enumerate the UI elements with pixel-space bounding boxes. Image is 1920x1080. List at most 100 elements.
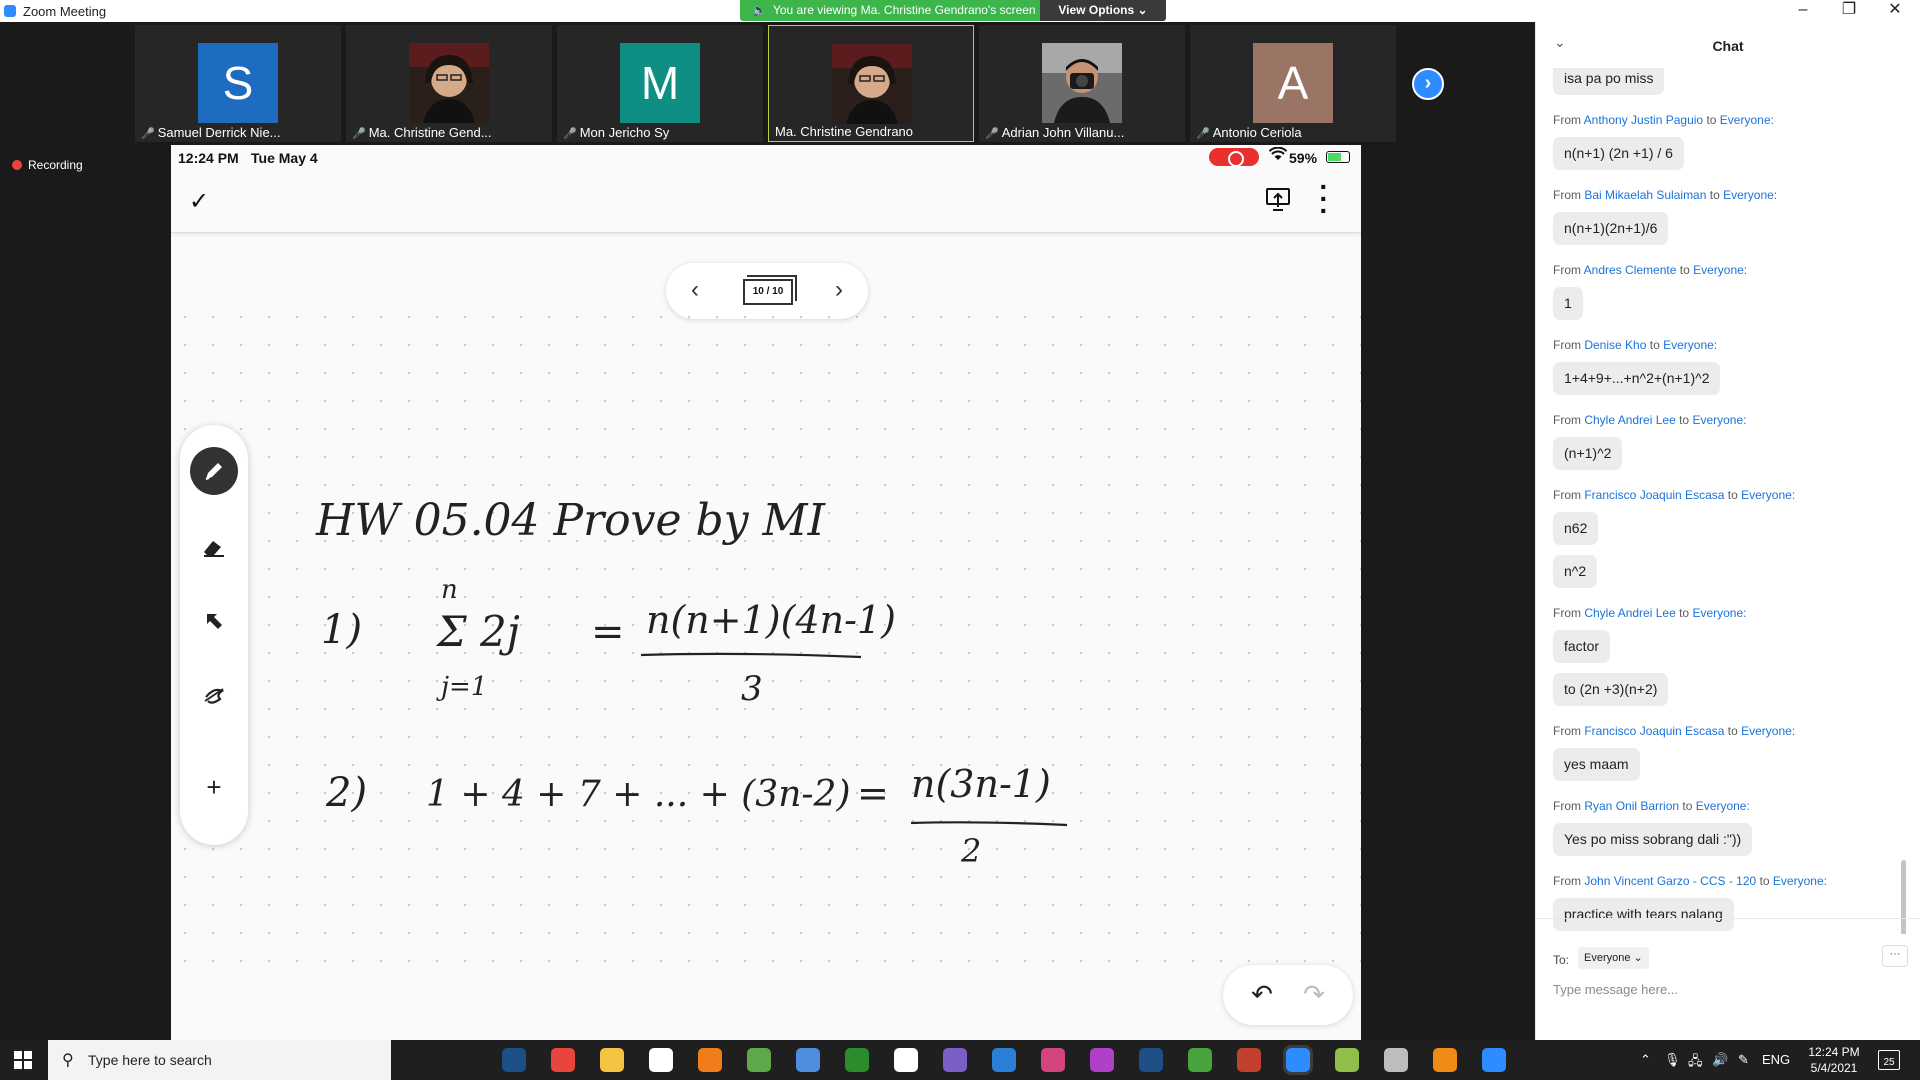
more-vertical-icon[interactable]: · · · — [1319, 173, 1329, 225]
screen-share-icon[interactable] — [1264, 185, 1292, 213]
sender-name[interactable]: Chyle Andrei Lee — [1584, 606, 1675, 620]
participant-name: 🎤 Samuel Derrick Nie... — [141, 125, 337, 140]
mail-app-icon[interactable] — [992, 1048, 1016, 1072]
zoom-icon[interactable] — [1283, 1045, 1313, 1075]
minimize-button[interactable]: – — [1780, 0, 1826, 22]
undo-button[interactable]: ↶ — [1247, 980, 1277, 1010]
utorrent-icon[interactable] — [1188, 1048, 1212, 1072]
eraser-tool[interactable] — [190, 523, 238, 571]
messenger-badge-icon[interactable] — [1041, 1048, 1065, 1072]
view-options-button[interactable]: View Options ⌄ — [1040, 0, 1166, 21]
participant-tile[interactable]: S 🎤 Samuel Derrick Nie... — [135, 25, 341, 142]
redo-button[interactable]: ↷ — [1299, 980, 1329, 1010]
participant-tile[interactable]: A 🎤 Antonio Ceriola — [1190, 25, 1396, 142]
volume-icon[interactable]: 🔊 — [1712, 1052, 1728, 1068]
cortana-icon[interactable] — [404, 1048, 428, 1072]
recording-label: Recording — [28, 158, 83, 172]
participant-name-text: Adrian John Villanu... — [1001, 125, 1125, 140]
phone-link-icon[interactable] — [894, 1048, 918, 1072]
pen-tray-icon[interactable]: ✎ — [1738, 1052, 1749, 1068]
from-word: From — [1553, 874, 1581, 888]
windows-start-icon[interactable] — [14, 1051, 32, 1069]
vlc-icon[interactable] — [1433, 1048, 1457, 1072]
done-check-icon[interactable]: ✓ — [189, 187, 209, 216]
add-tool-button[interactable]: + — [190, 763, 238, 811]
network-icon[interactable]: 🖧 — [1688, 1052, 1703, 1074]
microphone-app-icon[interactable] — [698, 1048, 722, 1072]
participant-tile-active-speaker[interactable]: Ma. Christine Gendrano — [768, 25, 974, 142]
xbox-icon[interactable] — [845, 1048, 869, 1072]
snipping-icon[interactable] — [1335, 1048, 1359, 1072]
participant-name: 🎤 Antonio Ceriola — [1196, 125, 1392, 140]
mic-muted-icon: 🎤 — [352, 128, 366, 140]
participant-tile[interactable]: 🎤 Ma. Christine Gend... — [346, 25, 552, 142]
chat-bubble: factor — [1553, 630, 1611, 663]
sender-name[interactable]: Francisco Joaquin Escasa — [1584, 724, 1724, 738]
settings-app-icon[interactable] — [1482, 1048, 1506, 1072]
sender-name[interactable]: Francisco Joaquin Escasa — [1584, 488, 1724, 502]
chat-message: From Anthony Justin Paguio to Everyone: n… — [1536, 95, 1910, 170]
chat-more-button[interactable]: ··· — [1882, 945, 1908, 967]
eq1-label: 1) — [321, 607, 362, 653]
pen-tool[interactable] — [190, 447, 238, 495]
from-word: From — [1553, 799, 1581, 813]
next-page-button[interactable]: › — [824, 276, 854, 306]
messenger-icon[interactable] — [1090, 1048, 1114, 1072]
chat-sender-line: From Ryan Onil Barrion to Everyone: — [1536, 781, 1910, 813]
selection-tool[interactable] — [190, 597, 238, 645]
sender-name[interactable]: Chyle Andrei Lee — [1584, 413, 1675, 427]
viewing-banner-text: You are viewing Ma. Christine Gendrano's… — [772, 3, 1036, 17]
taskbar-time: 12:24 PM — [1808, 1045, 1860, 1059]
visual-studio-icon[interactable] — [943, 1048, 967, 1072]
participant-tile[interactable]: 🎤 Adrian John Villanu... — [979, 25, 1185, 142]
battery-fill — [1328, 153, 1341, 161]
sender-name[interactable]: Bai Mikaelah Sulaiman — [1584, 188, 1706, 202]
to-word: to — [1727, 724, 1738, 738]
mic-muted-icon: 🎤 — [1196, 128, 1210, 140]
tray-expand-icon[interactable]: ⌃ — [1640, 1052, 1651, 1068]
sender-name[interactable]: John Vincent Garzo - CCS - 120 — [1584, 874, 1756, 888]
chat-bubble: n62 — [1553, 512, 1599, 545]
chat-bubble: n(n+1) (2n +1) / 6 — [1553, 137, 1684, 170]
taskbar-search[interactable]: ⚲ Type here to search — [48, 1040, 391, 1080]
file-explorer-icon[interactable] — [600, 1048, 624, 1072]
close-button[interactable]: ✕ — [1872, 0, 1918, 22]
language-indicator[interactable]: ENG — [1762, 1052, 1790, 1067]
notification-center-icon[interactable]: 25 — [1878, 1050, 1900, 1070]
chat-message-list[interactable]: isa pa po miss From Anthony Justin Pagui… — [1536, 68, 1910, 934]
media-player-icon[interactable] — [1384, 1048, 1408, 1072]
game-icon[interactable] — [747, 1048, 771, 1072]
sender-name[interactable]: Andres Clemente — [1584, 263, 1677, 277]
note-canvas[interactable]: HW 05.04 Prove by MI 1) n Σ 2j j=1 = n(n… — [171, 303, 1361, 973]
to-word: to — [1706, 113, 1717, 127]
notes-icon[interactable] — [649, 1048, 673, 1072]
chat-bubble: 1 — [1553, 287, 1583, 320]
gallery-next-page-button[interactable]: › — [1412, 68, 1444, 100]
chrome-icon[interactable] — [551, 1048, 575, 1072]
chat-message-input[interactable] — [1550, 975, 1880, 1003]
winrar-icon[interactable] — [1237, 1048, 1261, 1072]
restore-button[interactable]: ❐ — [1826, 0, 1872, 22]
chat-sender-line: From Chyle Andrei Lee to Everyone: — [1536, 588, 1910, 620]
sender-name[interactable]: Ryan Onil Barrion — [1584, 799, 1679, 813]
arrow-pointer-icon — [207, 614, 222, 629]
participant-tile[interactable]: M 🎤 Mon Jericho Sy — [557, 25, 763, 142]
lasso-tool[interactable] — [190, 671, 238, 719]
taskbar-clock[interactable]: 12:24 PM 5/4/2021 — [1800, 1044, 1868, 1076]
recipient-select[interactable]: Everyone ⌄ — [1578, 947, 1649, 969]
microphone-icon[interactable]: 🎙 — [1664, 1052, 1681, 1068]
compass-icon[interactable] — [796, 1048, 820, 1072]
steam-icon[interactable] — [502, 1048, 526, 1072]
steam-alt-icon[interactable] — [1139, 1048, 1163, 1072]
page-counter[interactable]: 10 / 10 — [743, 275, 797, 305]
sender-name[interactable]: Denise Kho — [1584, 338, 1646, 352]
shared-screen[interactable]: 12:24 PM Tue May 4 59% ✓ · · · ‹ 10 / 10 › — [171, 145, 1361, 1040]
recipient-name: Everyone: — [1663, 338, 1718, 352]
participant-name: 🎤 Ma. Christine Gend... — [352, 125, 548, 140]
task-view-icon[interactable] — [453, 1048, 477, 1072]
participant-gallery: S 🎤 Samuel Derrick Nie... 🎤 Ma. Christine … — [135, 22, 1400, 144]
from-word: From — [1553, 263, 1581, 277]
sender-name[interactable]: Anthony Justin Paguio — [1584, 113, 1703, 127]
previous-page-button[interactable]: ‹ — [680, 276, 710, 306]
taskbar-date: 5/4/2021 — [1810, 1061, 1858, 1075]
